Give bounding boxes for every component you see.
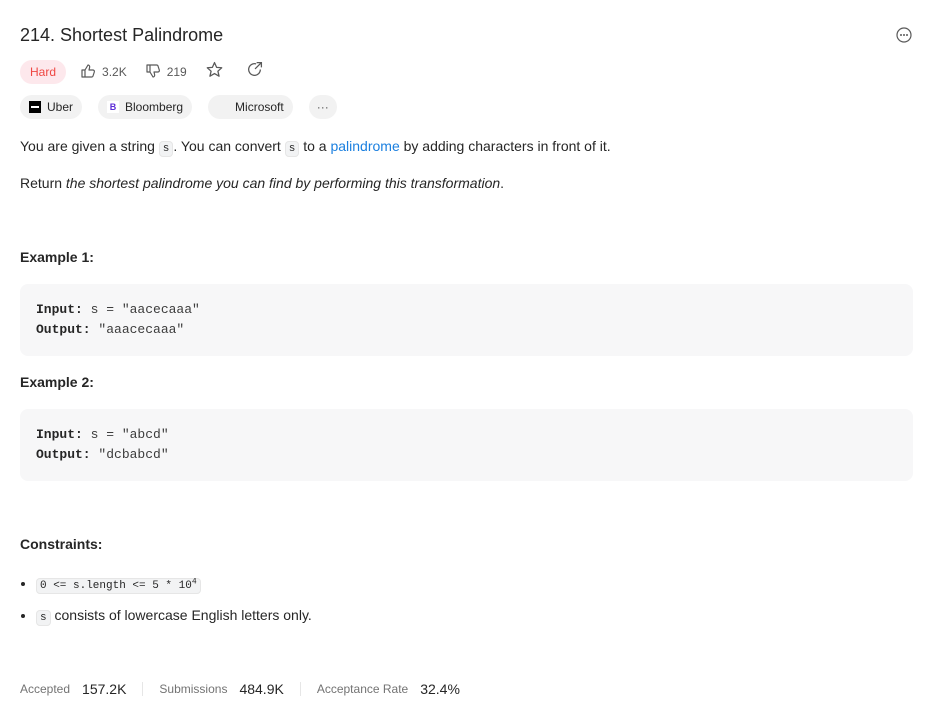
constraint-code: 0 <= s.length <= 5 * 104 <box>36 577 201 594</box>
bloomberg-logo-icon: B <box>107 101 120 113</box>
constraints-list: 0 <= s.length <= 5 * 104 s consists of l… <box>20 570 312 636</box>
constraint-text: consists of lowercase English letters on… <box>50 607 312 623</box>
dislike-button[interactable]: 219 <box>145 63 187 82</box>
example-output-line: Output: "aaacecaaa" <box>36 320 897 340</box>
company-name: Bloomberg <box>125 100 184 114</box>
company-tag-microsoft[interactable]: Microsoft <box>208 95 293 119</box>
title-row: 214. Shortest Palindrome <box>20 22 913 48</box>
thumbs-up-icon <box>80 63 96 82</box>
example-input-line: Input: s = "abcd" <box>36 425 897 445</box>
output-value: "aaacecaaa" <box>90 322 185 337</box>
problem-page: 214. Shortest Palindrome Hard 3.2K 219 U… <box>0 0 933 713</box>
input-value: s = "abcd" <box>82 427 169 442</box>
star-icon <box>206 61 223 83</box>
desc-text: to a <box>299 138 331 154</box>
more-options-icon[interactable] <box>895 26 913 44</box>
input-label: Input: <box>36 302 83 317</box>
acceptance-rate-label: Acceptance Rate <box>316 682 409 696</box>
divider <box>299 682 301 696</box>
company-tags: Uber B Bloomberg Microsoft ··· <box>20 95 337 119</box>
company-name: Microsoft <box>235 100 284 114</box>
example-1-box: Input: s = "aacecaaa" Output: "aaacecaaa… <box>20 284 913 356</box>
microsoft-logo-icon <box>217 101 229 113</box>
code-s: s <box>158 141 174 157</box>
desc-text: You are given a string <box>20 138 159 154</box>
like-count: 3.2K <box>102 65 127 79</box>
favorite-button[interactable] <box>205 61 225 83</box>
thumbs-down-icon <box>145 63 161 82</box>
like-button[interactable]: 3.2K <box>80 63 127 82</box>
submissions-value: 484.9K <box>239 681 284 697</box>
accepted-value: 157.2K <box>82 681 127 697</box>
constraint-item: 0 <= s.length <= 5 * 104 <box>36 570 312 594</box>
meta-row: Hard 3.2K 219 <box>20 59 285 85</box>
divider <box>142 682 144 696</box>
constraint-code: s <box>36 610 51 626</box>
desc-text: . <box>500 175 505 191</box>
stats-row: Accepted 157.2K Submissions 484.9K Accep… <box>20 681 460 697</box>
uber-logo-icon <box>29 101 41 113</box>
desc-emphasis: the shortest palindrome you can find by … <box>65 175 501 191</box>
company-tag-bloomberg[interactable]: B Bloomberg <box>98 95 193 119</box>
accepted-label: Accepted <box>20 682 71 696</box>
example-2-box: Input: s = "abcd" Output: "dcbabcd" <box>20 409 913 481</box>
input-value: s = "aacecaaa" <box>82 302 200 317</box>
more-companies-button[interactable]: ··· <box>308 95 337 119</box>
desc-text: by adding characters in front of it. <box>399 138 611 154</box>
constraint-exponent: 4 <box>191 577 197 586</box>
description-paragraph-2: Return the shortest palindrome you can f… <box>20 173 504 193</box>
code-s: s <box>284 141 300 157</box>
company-name: Uber <box>47 100 74 114</box>
output-label: Output: <box>36 447 91 462</box>
difficulty-badge: Hard <box>20 60 67 84</box>
output-label: Output: <box>36 322 91 337</box>
constraint-item: s consists of lowercase English letters … <box>36 603 312 627</box>
output-value: "dcbabcd" <box>90 447 169 462</box>
constraints-heading: Constraints: <box>20 536 103 552</box>
desc-text: Return <box>20 175 66 191</box>
constraint-expr: 0 <= s.length <= 5 * 10 <box>40 579 192 592</box>
acceptance-rate-value: 32.4% <box>420 681 460 697</box>
description-paragraph-1: You are given a string s. You can conver… <box>20 136 611 159</box>
submissions-label: Submissions <box>159 682 228 696</box>
share-icon <box>246 61 263 83</box>
example-2-heading: Example 2: <box>20 374 94 390</box>
palindrome-link[interactable]: palindrome <box>330 138 399 154</box>
example-output-line: Output: "dcbabcd" <box>36 445 897 465</box>
problem-title: 214. Shortest Palindrome <box>20 24 224 45</box>
share-button[interactable] <box>245 61 265 83</box>
company-tag-uber[interactable]: Uber <box>20 95 83 119</box>
example-1-heading: Example 1: <box>20 249 94 265</box>
example-input-line: Input: s = "aacecaaa" <box>36 300 897 320</box>
dislike-count: 219 <box>166 65 187 79</box>
input-label: Input: <box>36 427 83 442</box>
desc-text: . You can convert <box>173 138 285 154</box>
